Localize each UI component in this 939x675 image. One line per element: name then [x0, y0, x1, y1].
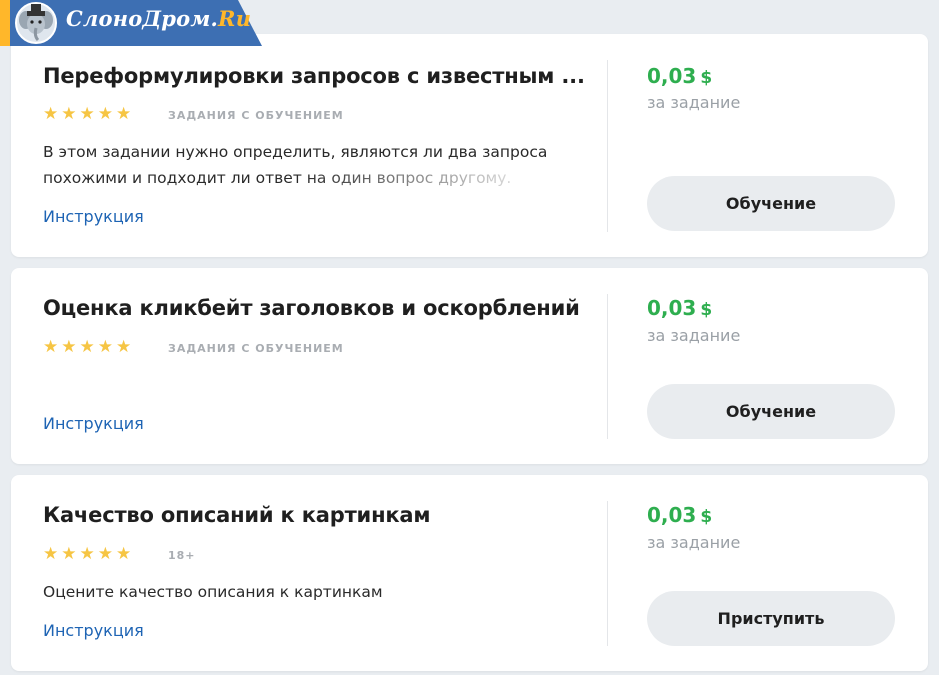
start-button[interactable]: Приступить	[647, 591, 895, 646]
training-button[interactable]: Обучение	[647, 384, 895, 439]
task-price: 0,03 $	[647, 503, 712, 527]
site-logo: СлоноДром.Ru	[0, 0, 262, 46]
currency-sign: $	[700, 68, 713, 88]
price-value: 0,03	[647, 64, 697, 88]
instruction-link[interactable]: Инструкция	[43, 207, 144, 226]
price-unit: за задание	[647, 326, 741, 345]
card-divider	[607, 294, 608, 439]
price-unit: за задание	[647, 93, 741, 112]
rating-stars-icon: ★★★★★	[43, 544, 135, 564]
task-card: Качество описаний к картинкам ★★★★★ 18+ …	[11, 475, 928, 671]
task-description-line: похожими и подходит ли ответ на один воп…	[43, 169, 512, 187]
price-unit: за задание	[647, 533, 741, 552]
training-button[interactable]: Обучение	[647, 176, 895, 231]
age-badge: 18+	[168, 549, 196, 562]
task-title[interactable]: Качество описаний к картинкам	[43, 503, 431, 527]
instruction-link[interactable]: Инструкция	[43, 414, 144, 433]
task-description: В этом задании нужно определить, являютс…	[43, 139, 583, 191]
rating-stars-icon: ★★★★★	[43, 104, 135, 124]
task-card: Переформулировки запросов с известным ..…	[11, 34, 928, 257]
task-title[interactable]: Переформулировки запросов с известным ..…	[43, 64, 585, 88]
price-value: 0,03	[647, 296, 697, 320]
task-title[interactable]: Оценка кликбейт заголовков и оскорблений	[43, 296, 580, 320]
task-card: Оценка кликбейт заголовков и оскорблений…	[11, 268, 928, 464]
currency-sign: $	[700, 507, 713, 527]
price-value: 0,03	[647, 503, 697, 527]
instruction-link[interactable]: Инструкция	[43, 621, 144, 640]
task-price: 0,03 $	[647, 64, 712, 88]
training-badge: задания с обучением	[168, 109, 344, 122]
currency-sign: $	[700, 300, 713, 320]
logo-text: СлоноДром.Ru	[66, 6, 252, 31]
task-description: Оцените качество описания к картинкам	[43, 579, 583, 605]
card-divider	[607, 60, 608, 232]
card-divider	[607, 501, 608, 646]
rating-stars-icon: ★★★★★	[43, 337, 135, 357]
training-badge: задания с обучением	[168, 342, 344, 355]
task-price: 0,03 $	[647, 296, 712, 320]
task-description-line: В этом задании нужно определить, являютс…	[43, 143, 548, 161]
task-description-line: Оцените качество описания к картинкам	[43, 583, 383, 601]
